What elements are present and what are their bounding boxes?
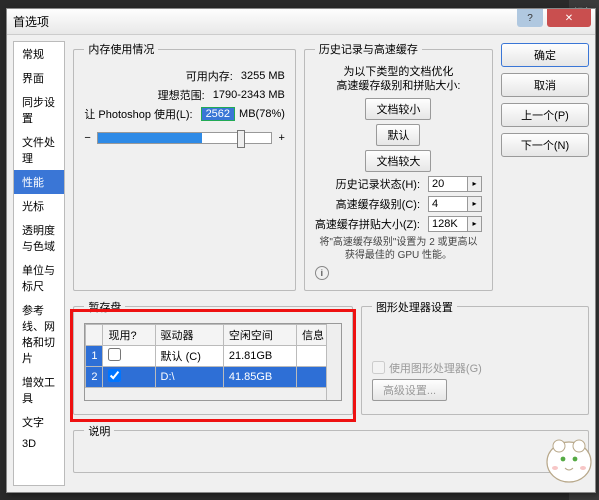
history-intro2: 高速缓存级别和拼贴大小: bbox=[315, 79, 482, 93]
doc-big-button[interactable]: 文档较大 bbox=[365, 150, 431, 172]
memory-suffix: MB(78%) bbox=[239, 108, 285, 120]
window-title: 首选项 bbox=[13, 13, 49, 30]
ideal-range-label: 理想范围: bbox=[158, 87, 205, 103]
sidebar-item[interactable]: 单位与标尺 bbox=[14, 258, 64, 298]
cancel-button[interactable]: 取消 bbox=[501, 73, 589, 97]
table-row[interactable]: 2D:\41.85GB bbox=[86, 366, 341, 387]
cache-levels-input[interactable] bbox=[428, 196, 468, 212]
use-gpu-label: 使用图形处理器(G) bbox=[389, 360, 482, 376]
cache-note: 将"高速缓存级别"设置为 2 或更高以获得最佳的 GPU 性能。 bbox=[315, 236, 482, 262]
sidebar-item[interactable]: 3D bbox=[14, 434, 64, 454]
sidebar-item[interactable]: 同步设置 bbox=[14, 90, 64, 130]
col-drive: 驱动器 bbox=[155, 324, 223, 345]
scratch-disk-group: 暂存盘 现用? 驱动器 空闲空间 信息 1默认 (C)21.81GB2D:\41… bbox=[73, 299, 353, 415]
sidebar-item[interactable]: 增效工具 bbox=[14, 370, 64, 410]
description-group: 说明 bbox=[73, 423, 589, 473]
col-active: 现用? bbox=[103, 324, 155, 345]
stepper-icon[interactable]: ▸ bbox=[468, 216, 482, 232]
sidebar-item[interactable]: 性能 bbox=[14, 170, 64, 194]
gpu-advanced-button: 高级设置... bbox=[372, 379, 447, 401]
titlebar: 首选项 ? ✕ bbox=[7, 9, 595, 35]
description-legend: 说明 bbox=[84, 423, 114, 439]
history-states-input[interactable] bbox=[428, 176, 468, 192]
ideal-range-value: 1790-2343 MB bbox=[213, 89, 285, 101]
history-states-label: 历史记录状态(H): bbox=[336, 176, 420, 192]
slider-thumb[interactable] bbox=[237, 130, 245, 148]
stepper-icon[interactable]: ▸ bbox=[468, 176, 482, 192]
scratch-legend: 暂存盘 bbox=[84, 299, 125, 315]
memory-group: 内存使用情况 可用内存: 3255 MB 理想范围: 1790-2343 MB … bbox=[73, 41, 296, 291]
next-button[interactable]: 下一个(N) bbox=[501, 133, 589, 157]
cache-tile-input[interactable] bbox=[428, 216, 468, 232]
scratch-active-checkbox[interactable] bbox=[108, 348, 121, 361]
available-ram-value: 3255 MB bbox=[241, 70, 285, 82]
cache-tile-label: 高速缓存拼贴大小(Z): bbox=[315, 216, 420, 232]
doc-default-button[interactable]: 默认 bbox=[376, 124, 420, 146]
history-intro1: 为以下类型的文档优化 bbox=[315, 65, 482, 79]
gpu-group: 图形处理器设置 使用图形处理器(G) 高级设置... bbox=[361, 299, 589, 415]
sidebar-item[interactable]: 界面 bbox=[14, 66, 64, 90]
memory-legend: 内存使用情况 bbox=[84, 41, 158, 57]
memory-input[interactable]: 2562 bbox=[201, 107, 235, 121]
ok-button[interactable]: 确定 bbox=[501, 43, 589, 67]
available-ram-label: 可用内存: bbox=[186, 68, 233, 84]
stepper-icon[interactable]: ▸ bbox=[468, 196, 482, 212]
slider-plus[interactable]: + bbox=[278, 132, 284, 144]
preferences-dialog: 首选项 ? ✕ 常规界面同步设置文件处理性能光标透明度与色域单位与标尺参考线、网… bbox=[6, 8, 596, 493]
slider-minus[interactable]: − bbox=[84, 132, 90, 144]
gpu-legend: 图形处理器设置 bbox=[372, 299, 457, 315]
sidebar-item[interactable]: 常规 bbox=[14, 42, 64, 66]
scrollbar[interactable] bbox=[326, 324, 341, 400]
scratch-table: 现用? 驱动器 空闲空间 信息 1默认 (C)21.81GB2D:\41.85G… bbox=[85, 324, 341, 388]
help-button[interactable]: ? bbox=[517, 9, 543, 27]
scratch-active-checkbox[interactable] bbox=[108, 369, 121, 382]
close-icon[interactable]: ✕ bbox=[547, 9, 591, 27]
let-ps-use-label: 让 Photoshop 使用(L): bbox=[84, 106, 192, 122]
sidebar-item[interactable]: 文件处理 bbox=[14, 130, 64, 170]
table-row[interactable]: 1默认 (C)21.81GB bbox=[86, 345, 341, 366]
cache-levels-label: 高速缓存级别(C): bbox=[336, 196, 420, 212]
sidebar-item[interactable]: 透明度与色域 bbox=[14, 218, 64, 258]
memory-slider[interactable] bbox=[97, 132, 273, 144]
history-cache-group: 历史记录与高速缓存 为以下类型的文档优化 高速缓存级别和拼贴大小: 文档较小 默… bbox=[304, 41, 493, 291]
sidebar-item[interactable]: 参考线、网格和切片 bbox=[14, 298, 64, 370]
mascot-image bbox=[533, 426, 597, 486]
doc-small-button[interactable]: 文档较小 bbox=[365, 98, 431, 120]
sidebar-item[interactable]: 光标 bbox=[14, 194, 64, 218]
prev-button[interactable]: 上一个(P) bbox=[501, 103, 589, 127]
sidebar-item[interactable]: 文字 bbox=[14, 410, 64, 434]
category-sidebar: 常规界面同步设置文件处理性能光标透明度与色域单位与标尺参考线、网格和切片增效工具… bbox=[13, 41, 65, 486]
history-legend: 历史记录与高速缓存 bbox=[315, 41, 422, 57]
info-icon: i bbox=[315, 266, 329, 280]
use-gpu-checkbox bbox=[372, 361, 385, 374]
col-free: 空闲空间 bbox=[223, 324, 296, 345]
